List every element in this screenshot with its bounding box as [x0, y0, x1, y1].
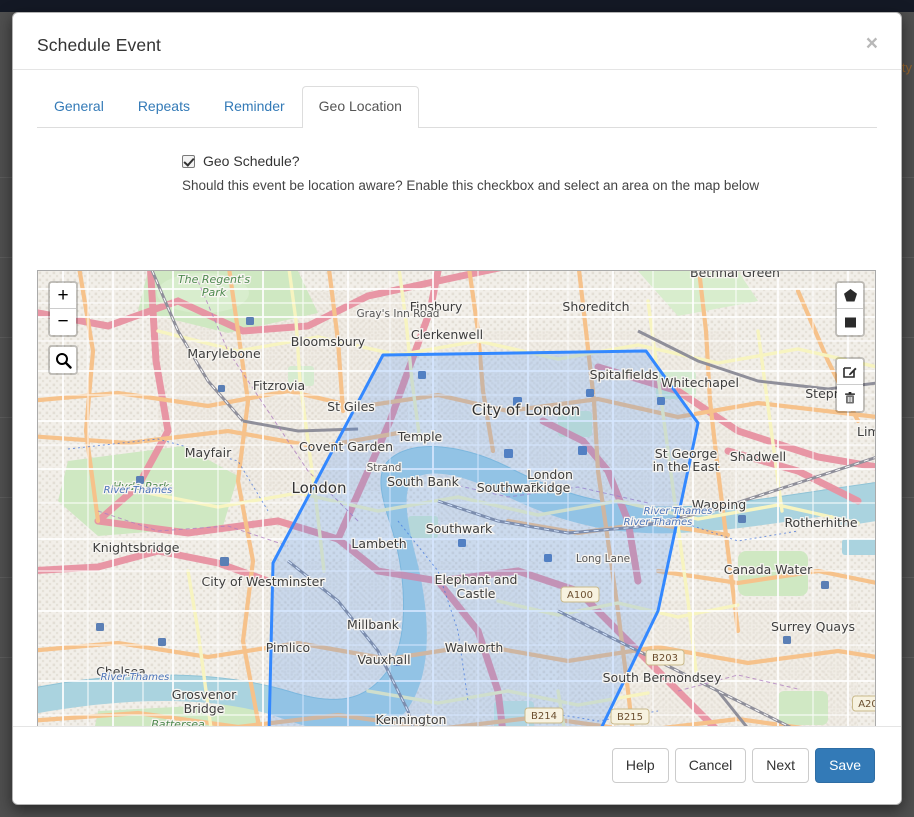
tab-repeats[interactable]: Repeats	[121, 86, 207, 128]
map-tiles: The Regent'sPark Marylebone Fitzrovia Bloom…	[38, 271, 876, 726]
map-label: Vauxhall	[357, 652, 410, 667]
zoom-in-button[interactable]: +	[50, 283, 76, 309]
tab-bar: General Repeats Reminder Geo Location	[37, 87, 877, 128]
geo-schedule-section: Geo Schedule? Should this event be locat…	[37, 153, 877, 193]
polygon-icon[interactable]	[837, 283, 863, 309]
map-label: Temple	[397, 429, 443, 444]
cancel-button[interactable]: Cancel	[675, 748, 747, 784]
draw-edit-toolbar[interactable]	[835, 357, 865, 413]
map-label: Walworth	[445, 640, 504, 655]
modal-footer: Help Cancel Next Save	[13, 726, 901, 804]
rectangle-icon[interactable]	[837, 309, 863, 335]
map-label: Whitechapel	[661, 375, 739, 390]
map-label: Kennington	[376, 712, 447, 726]
schedule-event-modal: Schedule Event × General Repeats Reminde…	[12, 12, 902, 805]
map-label: River Thames	[624, 517, 693, 528]
map-label: Fitzrovia	[253, 378, 305, 393]
svg-text:B203: B203	[652, 653, 678, 664]
map-label: The Regent's	[178, 273, 250, 286]
map-search-control[interactable]	[48, 345, 78, 375]
road-shield: B215	[611, 709, 649, 724]
help-button[interactable]: Help	[612, 748, 669, 784]
zoom-control[interactable]: + −	[48, 281, 78, 337]
map-label: Grosvenor	[172, 687, 237, 702]
map-label: Long Lane	[576, 553, 630, 565]
svg-text:B214: B214	[531, 711, 557, 722]
map-label: Bethnal Green	[690, 271, 780, 280]
map-label: Shoreditch	[562, 299, 629, 314]
map-label: Park	[202, 286, 227, 299]
search-icon[interactable]	[50, 347, 76, 373]
map-label: River Thames	[104, 485, 173, 496]
map-label: Gray's Inn Road	[357, 308, 440, 320]
map-label: Marylebone	[187, 346, 261, 361]
map-label: in the East	[653, 459, 720, 474]
next-button[interactable]: Next	[752, 748, 809, 784]
edit-layers-icon[interactable]	[837, 359, 863, 385]
map-label: Southwark	[477, 480, 544, 495]
modal-body: General Repeats Reminder Geo Location Ge…	[13, 70, 901, 726]
geo-schedule-checkbox-row: Geo Schedule?	[182, 153, 877, 169]
map-label: Bloomsbury	[291, 334, 366, 349]
page-title: Schedule Event	[37, 35, 161, 56]
map-label: Bridge	[184, 701, 225, 716]
close-icon[interactable]: ×	[861, 31, 883, 56]
svg-text:A100: A100	[567, 590, 593, 601]
zoom-out-button[interactable]: −	[50, 309, 76, 335]
map-label: Clerkenwell	[411, 327, 483, 342]
map-label: River Thames	[644, 506, 713, 517]
map-label: Covent Garden	[299, 439, 393, 454]
map-label: Rotherhithe	[784, 515, 857, 530]
map-label: Mayfair	[185, 445, 232, 460]
map-label: City of London	[472, 401, 580, 419]
map-label: South Bermondsey	[603, 670, 722, 685]
road-shield: A20	[853, 696, 877, 711]
tab-reminder[interactable]: Reminder	[207, 86, 302, 128]
modal-header: Schedule Event ×	[13, 13, 901, 70]
map-label: Battersea	[151, 718, 205, 726]
map-label: Surrey Quays	[771, 619, 855, 634]
road-shield: A100	[561, 587, 599, 602]
map-label: London	[292, 479, 347, 497]
tab-general[interactable]: General	[37, 86, 121, 128]
delete-layers-icon[interactable]	[837, 385, 863, 411]
map-label: Millbank	[347, 617, 400, 632]
map-label: Southwark	[426, 521, 493, 536]
leaflet-map[interactable]: The Regent'sPark Marylebone Fitzrovia Bloom…	[37, 270, 876, 726]
map-label: Elephant and	[435, 572, 518, 587]
save-button[interactable]: Save	[815, 748, 875, 784]
svg-text:A20: A20	[858, 699, 876, 710]
map-label: River Thames	[101, 672, 170, 683]
map-label: Castle	[457, 586, 496, 601]
road-shield: B214	[525, 708, 563, 723]
map-label: Strand	[367, 462, 402, 474]
map-label: Limehouse	[857, 424, 876, 439]
geo-schedule-label: Geo Schedule?	[203, 153, 300, 169]
geo-schedule-checkbox[interactable]	[182, 155, 195, 168]
map-label: Spitalfields	[590, 367, 659, 382]
map-label: St Giles	[327, 399, 375, 414]
map-label: Knightsbridge	[93, 540, 180, 555]
map-label: City of Westminster	[201, 574, 325, 589]
map-label: Lambeth	[351, 536, 406, 551]
map-label: South Bank	[387, 474, 459, 489]
map-label: Pimlico	[266, 640, 310, 655]
map-label: Shadwell	[730, 449, 786, 464]
svg-text:B215: B215	[617, 712, 643, 723]
draw-shapes-toolbar[interactable]	[835, 281, 865, 337]
map-label: Canada Water	[724, 562, 813, 577]
tab-geo-location[interactable]: Geo Location	[302, 86, 419, 128]
road-shield: B203	[646, 650, 684, 665]
geo-schedule-help-text: Should this event be location aware? Ena…	[182, 178, 877, 193]
